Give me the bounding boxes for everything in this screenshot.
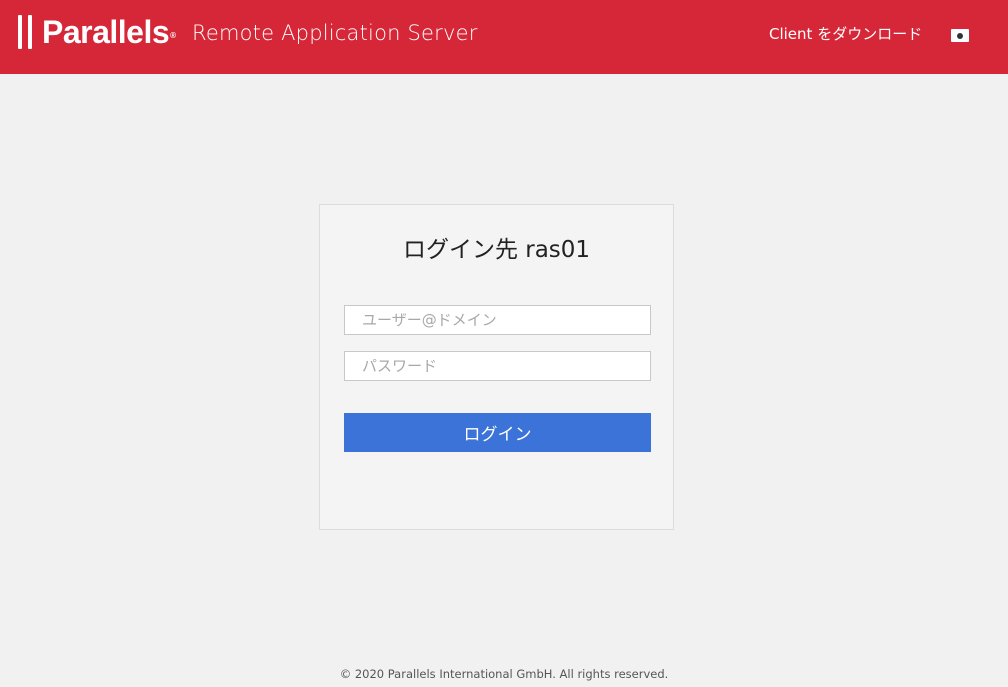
flag-circle	[957, 32, 963, 39]
password-input[interactable]	[344, 351, 651, 381]
brand-name: Parallels	[42, 14, 170, 50]
parallels-logo-icon	[18, 15, 36, 49]
top-header-bar: Parallels® Remote Application Server Cli…	[0, 0, 1008, 74]
product-name: Remote Application Server	[192, 21, 478, 45]
login-title: ログイン先 ras01	[402, 237, 591, 263]
download-client-link[interactable]: Client をダウンロード	[769, 24, 922, 44]
brand-logo-text: Parallels®	[42, 13, 176, 51]
registered-mark: ®	[170, 31, 176, 40]
username-input[interactable]	[344, 305, 651, 335]
japan-flag-icon[interactable]	[951, 29, 969, 42]
login-panel: ログイン先 ras01 ログイン	[319, 204, 674, 530]
footer-copyright: © 2020 Parallels International GmbH. All…	[339, 667, 669, 681]
login-button[interactable]: ログイン	[344, 413, 651, 452]
